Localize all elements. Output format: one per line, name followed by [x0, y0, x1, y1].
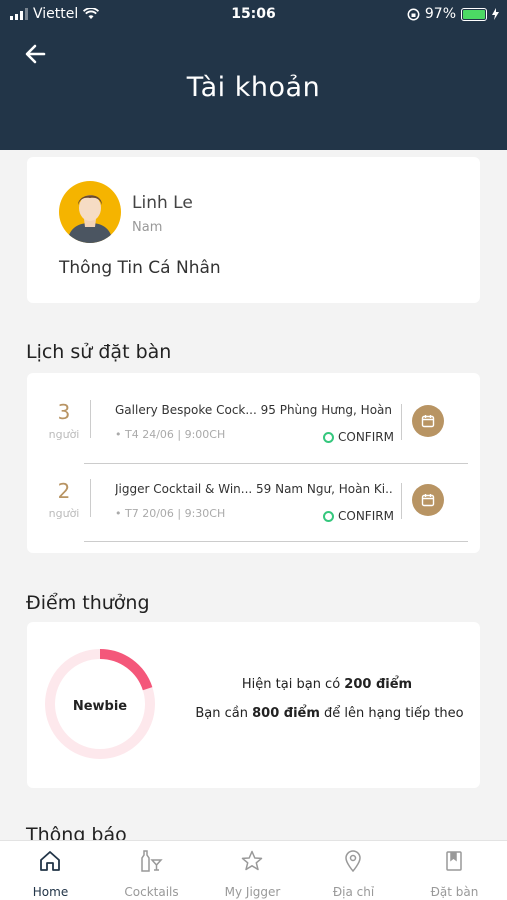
page-title: Tài khoản [186, 72, 321, 103]
battery-icon [461, 7, 487, 21]
cocktail-icon [141, 850, 163, 872]
booking-row[interactable]: 3 người Gallery Bespoke Cock... 95 Phùng… [27, 388, 480, 468]
tab-label: My Jigger [224, 885, 281, 899]
booking-history-title: Lịch sử đặt bàn [26, 341, 172, 363]
avatar[interactable] [59, 181, 121, 243]
back-arrow-icon[interactable] [22, 40, 50, 68]
guest-unit: người [48, 507, 80, 520]
divider [90, 479, 91, 517]
tab-label: Home [32, 885, 69, 899]
orientation-lock-icon [407, 8, 420, 20]
tab-cocktails[interactable]: Cocktails [101, 841, 202, 900]
tab-home[interactable]: Home [0, 841, 101, 900]
profile-name: Linh Le [132, 193, 193, 213]
calendar-icon [421, 494, 435, 507]
bottom-tab-bar: Home Cocktails My Jigger Địa chỉ Đặt bàn [0, 840, 507, 900]
status-label: CONFIRM [338, 430, 394, 444]
tab-reserve[interactable]: Đặt bàn [404, 841, 505, 900]
booking-row[interactable]: 2 người Jigger Cocktail & Win... 59 Nam … [27, 467, 480, 547]
tab-address[interactable]: Địa chỉ [303, 841, 404, 900]
guest-count: 3 [57, 400, 71, 424]
points-card: Newbie Hiện tại bạn có 200 điểm Bạn cần … [27, 622, 480, 788]
status-badge: CONFIRM [323, 430, 394, 444]
battery-percent: 97% [424, 6, 456, 22]
calendar-icon [421, 415, 435, 428]
rank-label: Newbie [72, 699, 128, 714]
personal-info-link[interactable]: Thông Tin Cá Nhân [59, 258, 221, 278]
divider [401, 404, 402, 440]
status-circle-icon [323, 431, 334, 443]
points-title: Điểm thưởng [26, 592, 150, 614]
star-icon [241, 850, 263, 871]
location-pin-icon [345, 850, 361, 873]
bookmark-icon [446, 851, 462, 871]
booking-history-card: 3 người Gallery Bespoke Cock... 95 Phùng… [27, 373, 480, 553]
divider [90, 400, 91, 438]
calendar-button[interactable] [412, 484, 444, 516]
booking-date: • T7 20/06 | 9:30CH [115, 507, 226, 520]
tab-label: Địa chỉ [332, 885, 375, 899]
tab-label: Đặt bàn [430, 885, 479, 899]
status-circle-icon [323, 510, 334, 522]
booking-date: • T4 24/06 | 9:00CH [115, 428, 226, 441]
tab-my-jigger[interactable]: My Jigger [202, 841, 303, 900]
profile-card[interactable]: Linh Le Nam Thông Tin Cá Nhân [27, 157, 480, 303]
row-separator [84, 463, 468, 464]
row-separator [84, 541, 468, 542]
booking-venue: Gallery Bespoke Cock... 95 Phùng Hưng, H… [115, 403, 393, 417]
next-rank-text: Bạn cần 800 điểm để lên hạng tiếp theo [195, 706, 464, 721]
booking-venue: Jigger Cocktail & Win... 59 Nam Ngư, Hoà… [115, 482, 393, 496]
divider [401, 483, 402, 519]
home-icon [40, 851, 60, 871]
guest-count: 2 [57, 479, 71, 503]
tab-label: Cocktails [124, 885, 179, 899]
status-bar: Viettel 15:06 97% [0, 6, 507, 26]
current-points-text: Hiện tại bạn có 200 điểm [241, 677, 413, 692]
calendar-button[interactable] [412, 405, 444, 437]
charging-icon [492, 8, 499, 20]
guest-unit: người [48, 428, 80, 441]
status-label: CONFIRM [338, 509, 394, 523]
app-header: Viettel 15:06 97% Tài khoản [0, 0, 507, 150]
profile-gender: Nam [132, 220, 163, 235]
status-badge: CONFIRM [323, 509, 394, 523]
